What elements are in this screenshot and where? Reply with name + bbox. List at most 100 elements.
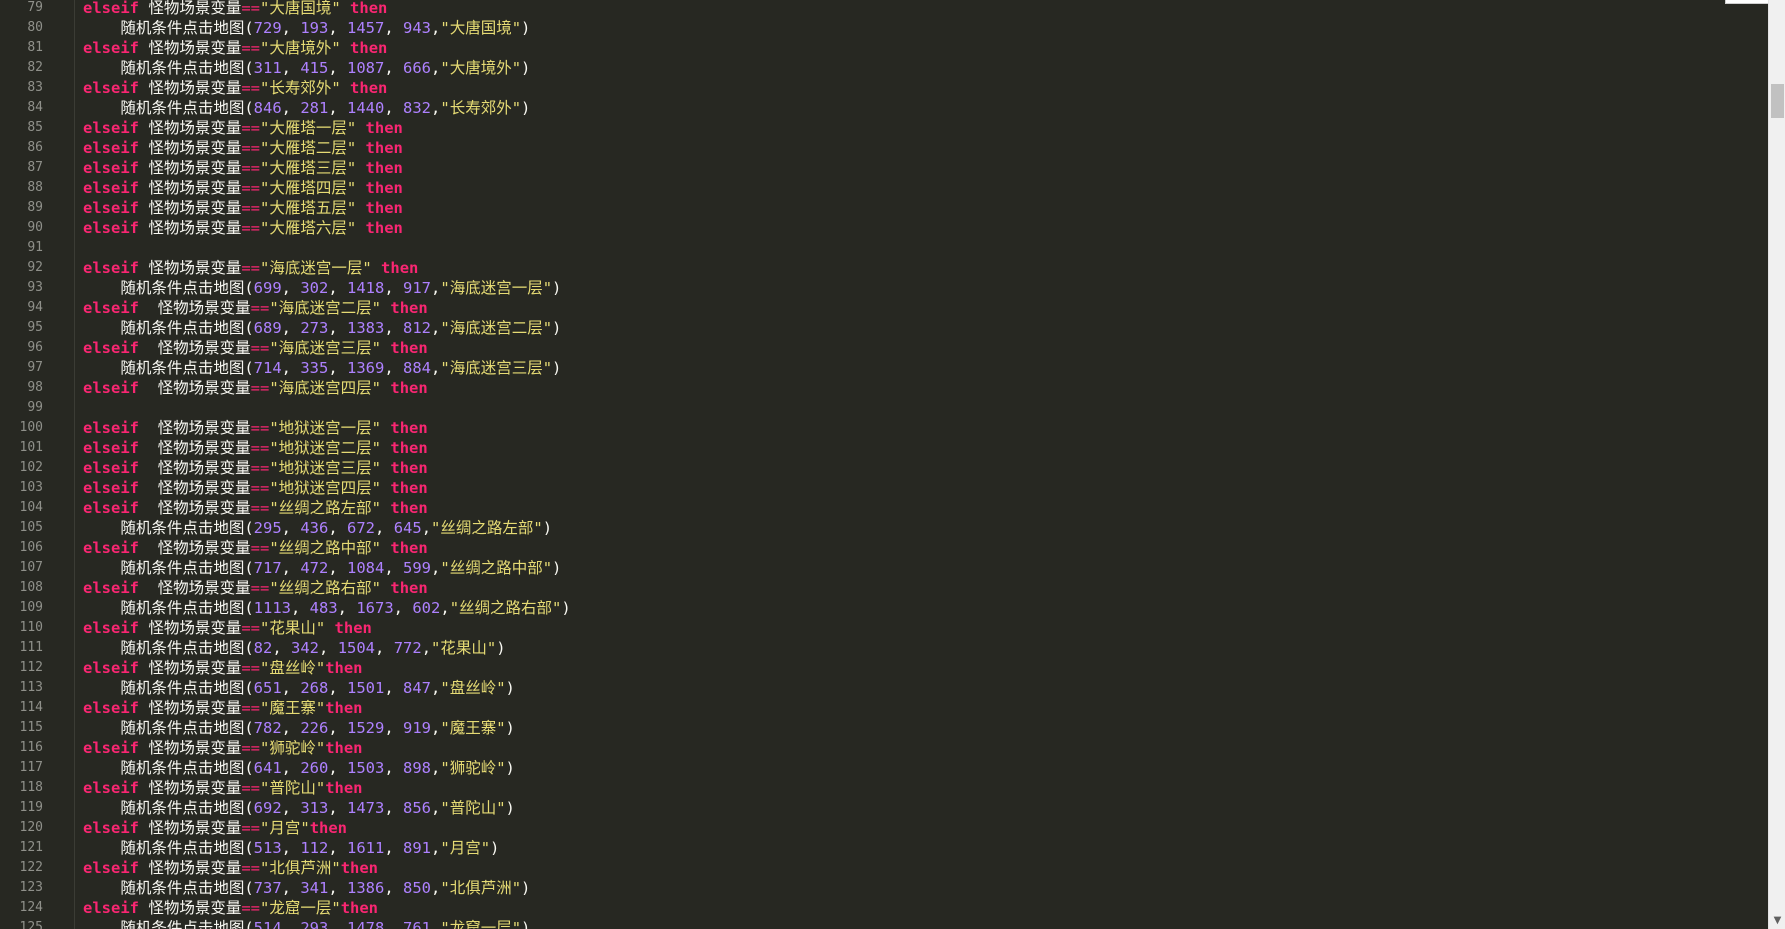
- code-token-str: "月宫": [260, 819, 310, 837]
- line-number: 97: [27, 360, 43, 375]
- code-line[interactable]: 119 随机条件点击地图(692, 313, 1473, 856,"普陀山"): [0, 798, 1768, 818]
- code-line[interactable]: 99: [0, 398, 1768, 418]
- code-line[interactable]: 101 elseif 怪物场景变量=="地狱迷宫二层" then: [0, 438, 1768, 458]
- code-line[interactable]: 93 随机条件点击地图(699, 302, 1418, 917,"海底迷宫一层"…: [0, 278, 1768, 298]
- code-token-op: ==: [241, 159, 261, 177]
- code-editor[interactable]: 79 elseif 怪物场景变量=="大唐国境" then 80 随机条件点击地图(…: [0, 0, 1768, 929]
- code-token-p: 随机条件点击地图(: [83, 879, 254, 897]
- code-line[interactable]: 87 elseif 怪物场景变量=="大雁塔三层" then: [0, 158, 1768, 178]
- code-token-str: "大雁塔五层": [260, 199, 357, 217]
- code-line[interactable]: 111 随机条件点击地图(82, 342, 1504, 772,"花果山"): [0, 638, 1768, 658]
- code-token-p: ,: [281, 879, 301, 897]
- code-token-op: ==: [250, 339, 270, 357]
- code-line[interactable]: 92 elseif 怪物场景变量=="海底迷宫一层" then: [0, 258, 1768, 278]
- code-token-p: 怪物场景变量: [139, 779, 242, 797]
- code-text: elseif 怪物场景变量=="长寿郊外" then: [83, 78, 387, 98]
- code-line[interactable]: 104 elseif 怪物场景变量=="丝绸之路左部" then: [0, 498, 1768, 518]
- code-token-p: ,: [384, 59, 404, 77]
- code-line[interactable]: 122 elseif 怪物场景变量=="北俱芦洲"then: [0, 858, 1768, 878]
- code-line[interactable]: 82 随机条件点击地图(311, 415, 1087, 666,"大唐境外"): [0, 58, 1768, 78]
- code-line[interactable]: 91: [0, 238, 1768, 258]
- code-line[interactable]: 121 随机条件点击地图(513, 112, 1611, 891,"月宫"): [0, 838, 1768, 858]
- code-line[interactable]: 115 随机条件点击地图(782, 226, 1529, 919,"魔王寨"): [0, 718, 1768, 738]
- code-token-p: 随机条件点击地图(: [83, 639, 254, 657]
- code-line[interactable]: 102 elseif 怪物场景变量=="地狱迷宫三层" then: [0, 458, 1768, 478]
- line-number: 99: [27, 400, 43, 415]
- code-line[interactable]: 116 elseif 怪物场景变量=="狮驼岭"then: [0, 738, 1768, 758]
- line-number: 119: [19, 800, 43, 815]
- code-line[interactable]: 98 elseif 怪物场景变量=="海底迷宫四层" then: [0, 378, 1768, 398]
- code-token-p: 随机条件点击地图(: [83, 679, 254, 697]
- code-line[interactable]: 96 elseif 怪物场景变量=="海底迷宫三层" then: [0, 338, 1768, 358]
- code-token-p: ,: [431, 59, 441, 77]
- code-line[interactable]: 125 随机条件点击地图(514, 293, 1478, 761,"龙窟一层"): [0, 918, 1768, 929]
- code-line[interactable]: 114 elseif 怪物场景变量=="魔王寨"then: [0, 698, 1768, 718]
- code-token-num: 281: [300, 99, 329, 117]
- code-line[interactable]: 106 elseif 怪物场景变量=="丝绸之路中部" then: [0, 538, 1768, 558]
- scrollbar-thumb[interactable]: [1771, 84, 1784, 118]
- code-token-str: "海底迷宫二层": [440, 319, 553, 337]
- code-token-str: "龙窟一层": [260, 899, 341, 917]
- code-line[interactable]: 118 elseif 怪物场景变量=="普陀山"then: [0, 778, 1768, 798]
- code-line[interactable]: 83 elseif 怪物场景变量=="长寿郊外" then: [0, 78, 1768, 98]
- code-text: elseif 怪物场景变量=="北俱芦洲"then: [83, 858, 378, 878]
- code-token-p: ,: [375, 639, 394, 657]
- code-token-num: 260: [300, 759, 329, 777]
- code-token-p: ,: [328, 59, 348, 77]
- code-line[interactable]: 108 elseif 怪物场景变量=="丝绸之路右部" then: [0, 578, 1768, 598]
- code-line[interactable]: 110 elseif 怪物场景变量=="花果山" then: [0, 618, 1768, 638]
- code-token-p: [381, 299, 390, 317]
- code-line[interactable]: 89 elseif 怪物场景变量=="大雁塔五层" then: [0, 198, 1768, 218]
- code-line[interactable]: 81 elseif 怪物场景变量=="大唐境外" then: [0, 38, 1768, 58]
- code-token-str: "海底迷宫三层": [440, 359, 553, 377]
- code-text: elseif 怪物场景变量=="大雁塔二层" then: [83, 138, 403, 158]
- code-token-p: ,: [281, 759, 301, 777]
- code-token-str: "地狱迷宫四层": [269, 479, 382, 497]
- code-token-num: 737: [253, 879, 282, 897]
- code-line[interactable]: 100 elseif 怪物场景变量=="地狱迷宫一层" then: [0, 418, 1768, 438]
- code-line[interactable]: 79 elseif 怪物场景变量=="大唐国境" then: [0, 0, 1768, 18]
- code-line[interactable]: 113 随机条件点击地图(651, 268, 1501, 847,"盘丝岭"): [0, 678, 1768, 698]
- code-line[interactable]: 120 elseif 怪物场景变量=="月宫"then: [0, 818, 1768, 838]
- code-line[interactable]: 103 elseif 怪物场景变量=="地狱迷宫四层" then: [0, 478, 1768, 498]
- code-token-kw: elseif: [83, 899, 139, 917]
- code-token-p: 怪物场景变量: [139, 659, 242, 677]
- code-line[interactable]: 107 随机条件点击地图(717, 472, 1084, 599,"丝绸之路中部…: [0, 558, 1768, 578]
- code-token-num: 672: [347, 519, 376, 537]
- code-token-p: 怪物场景变量: [139, 539, 251, 557]
- code-line[interactable]: 97 随机条件点击地图(714, 335, 1369, 884,"海底迷宫三层"…: [0, 358, 1768, 378]
- code-token-str: "狮驼岭": [440, 759, 506, 777]
- code-line[interactable]: 80 随机条件点击地图(729, 193, 1457, 943,"大唐国境"): [0, 18, 1768, 38]
- code-token-str: "大唐境外": [260, 39, 341, 57]
- code-line[interactable]: 85 elseif 怪物场景变量=="大雁塔一层" then: [0, 118, 1768, 138]
- code-area[interactable]: 79 elseif 怪物场景变量=="大唐国境" then 80 随机条件点击地图(…: [0, 0, 1768, 929]
- code-line[interactable]: 95 随机条件点击地图(689, 273, 1383, 812,"海底迷宫二层"…: [0, 318, 1768, 338]
- code-line[interactable]: 86 elseif 怪物场景变量=="大雁塔二层" then: [0, 138, 1768, 158]
- chevron-down-icon[interactable]: ▼: [1769, 912, 1785, 929]
- code-line[interactable]: 94 elseif 怪物场景变量=="海底迷宫二层" then: [0, 298, 1768, 318]
- code-token-kw: elseif: [83, 39, 139, 57]
- code-line[interactable]: 124 elseif 怪物场景变量=="龙窟一层"then: [0, 898, 1768, 918]
- code-line[interactable]: 109 随机条件点击地图(1113, 483, 1673, 602,"丝绸之路右…: [0, 598, 1768, 618]
- code-line[interactable]: 117 随机条件点击地图(641, 260, 1503, 898,"狮驼岭"): [0, 758, 1768, 778]
- code-token-kw: then: [340, 859, 379, 877]
- code-line[interactable]: 105 随机条件点击地图(295, 436, 672, 645,"丝绸之路左部"…: [0, 518, 1768, 538]
- code-text: 随机条件点击地图(641, 260, 1503, 898,"狮驼岭"): [83, 758, 515, 778]
- code-line[interactable]: 112 elseif 怪物场景变量=="盘丝岭"then: [0, 658, 1768, 678]
- code-token-kw: elseif: [83, 379, 139, 397]
- line-number: 101: [19, 440, 43, 455]
- code-token-kw: then: [325, 779, 363, 797]
- code-line[interactable]: 88 elseif 怪物场景变量=="大雁塔四层" then: [0, 178, 1768, 198]
- code-token-num: 302: [300, 279, 329, 297]
- code-token-p: ): [521, 19, 531, 37]
- code-token-str: "普陀山": [440, 799, 506, 817]
- code-line[interactable]: 84 随机条件点击地图(846, 281, 1440, 832,"长寿郊外"): [0, 98, 1768, 118]
- code-token-num: 1440: [347, 99, 385, 117]
- code-token-str: "地狱迷宫二层": [269, 439, 382, 457]
- code-line[interactable]: 123 随机条件点击地图(737, 341, 1386, 850,"北俱芦洲"): [0, 878, 1768, 898]
- line-number: 111: [19, 640, 43, 655]
- code-token-op: ==: [250, 479, 270, 497]
- code-line[interactable]: 90 elseif 怪物场景变量=="大雁塔六层" then: [0, 218, 1768, 238]
- code-token-p: ,: [384, 839, 404, 857]
- vertical-scrollbar[interactable]: ▼: [1768, 0, 1785, 929]
